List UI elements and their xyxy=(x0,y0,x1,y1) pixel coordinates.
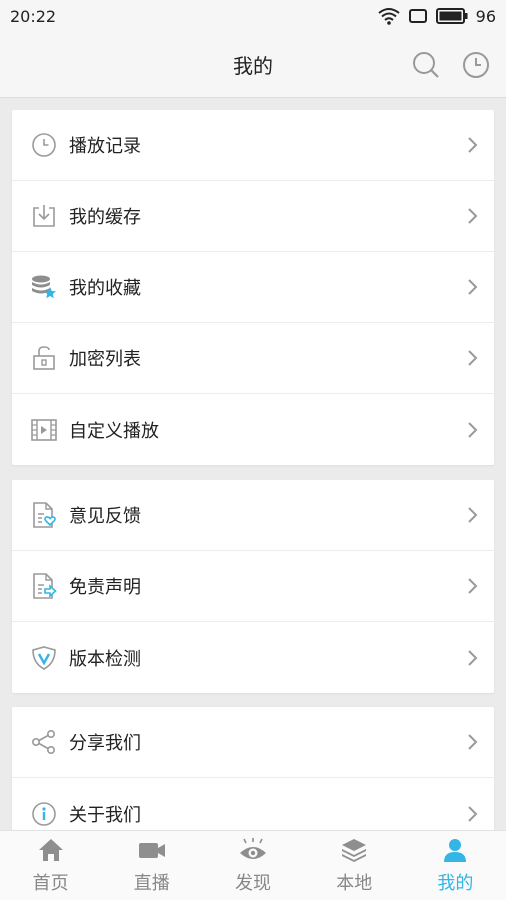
menu-item-encrypted-list[interactable]: 加密列表 xyxy=(12,323,494,394)
menu-item-label: 意见反馈 xyxy=(69,506,141,527)
tab-label: 首页 xyxy=(32,872,69,894)
history-icon[interactable] xyxy=(462,51,490,79)
wifi-icon xyxy=(378,7,400,25)
chevron-right-icon xyxy=(466,506,480,524)
menu-item-favorites[interactable]: 我的收藏 xyxy=(12,252,494,323)
chevron-right-icon xyxy=(466,421,480,439)
battery-level: 96 xyxy=(475,6,496,26)
menu-item-disclaimer[interactable]: 免责声明 xyxy=(12,551,494,622)
menu-item-label: 分享我们 xyxy=(69,733,141,754)
menu-item-about[interactable]: 关于我们 xyxy=(12,778,494,830)
chevron-right-icon xyxy=(466,805,480,823)
info-icon xyxy=(30,800,58,828)
clock-icon xyxy=(30,131,58,159)
database-star-icon xyxy=(30,273,58,301)
chevron-right-icon xyxy=(466,278,480,296)
chevron-right-icon xyxy=(466,577,480,595)
menu-item-custom-play[interactable]: 自定义播放 xyxy=(12,394,494,465)
menu-item-label: 关于我们 xyxy=(69,804,141,826)
chevron-right-icon xyxy=(466,649,480,667)
disclaimer-doc-icon xyxy=(30,572,58,600)
chevron-right-icon xyxy=(466,349,480,367)
rotation-icon xyxy=(408,8,428,24)
status-bar: 20:22 96 xyxy=(0,0,506,32)
menu-item-version-check[interactable]: 版本检测 xyxy=(12,622,494,693)
feedback-doc-icon xyxy=(30,501,58,529)
menu-item-label: 我的缓存 xyxy=(69,207,141,228)
menu-item-label: 加密列表 xyxy=(69,349,141,370)
menu-item-my-cache[interactable]: 我的缓存 xyxy=(12,181,494,252)
share-icon xyxy=(30,728,58,756)
menu-item-label: 我的收藏 xyxy=(69,278,141,299)
lock-icon xyxy=(30,344,58,372)
search-icon[interactable] xyxy=(412,51,440,79)
header: 我的 xyxy=(0,32,506,98)
tab-discover[interactable]: 发现 xyxy=(202,831,303,900)
tab-label: 发现 xyxy=(235,872,271,894)
status-time: 20:22 xyxy=(10,6,57,26)
status-icons: 96 xyxy=(378,7,496,26)
bottom-tab-bar: 首页 直播 发现 本地 我的 xyxy=(0,830,506,900)
menu-item-label: 播放记录 xyxy=(69,136,141,157)
menu-item-play-history[interactable]: 播放记录 xyxy=(12,110,494,181)
menu-item-label: 版本检测 xyxy=(69,648,141,670)
chevron-right-icon xyxy=(466,207,480,225)
tab-label: 直播 xyxy=(133,872,170,894)
menu-item-feedback[interactable]: 意见反馈 xyxy=(12,480,494,551)
chevron-right-icon xyxy=(466,733,480,751)
user-icon xyxy=(440,837,470,863)
menu-item-share[interactable]: 分享我们 xyxy=(12,707,494,778)
shield-v-icon xyxy=(30,644,58,672)
menu-group-media: 播放记录 我的缓存 我的收藏 加密列表 自定义播放 xyxy=(12,110,494,465)
tab-live[interactable]: 直播 xyxy=(101,831,202,900)
download-icon xyxy=(30,202,58,230)
menu-list: 播放记录 我的缓存 我的收藏 加密列表 自定义播放 意见反馈 免责声明 版本检测… xyxy=(0,98,506,830)
home-icon xyxy=(36,837,66,863)
film-play-icon xyxy=(30,416,58,444)
menu-item-label: 免责声明 xyxy=(69,577,141,598)
battery-icon xyxy=(435,8,468,24)
chevron-right-icon xyxy=(466,136,480,154)
tab-label: 本地 xyxy=(336,872,373,894)
eye-icon xyxy=(238,837,268,863)
layers-icon xyxy=(339,837,369,863)
tab-local[interactable]: 本地 xyxy=(304,831,405,900)
camera-icon xyxy=(137,837,167,863)
menu-group-support: 意见反馈 免责声明 版本检测 xyxy=(12,480,494,693)
menu-group-about: 分享我们 关于我们 xyxy=(12,707,494,830)
tab-label: 我的 xyxy=(437,872,474,894)
menu-item-label: 自定义播放 xyxy=(69,420,159,442)
tab-home[interactable]: 首页 xyxy=(0,831,101,900)
tab-mine[interactable]: 我的 xyxy=(405,831,506,900)
page-title: 我的 xyxy=(233,54,273,78)
